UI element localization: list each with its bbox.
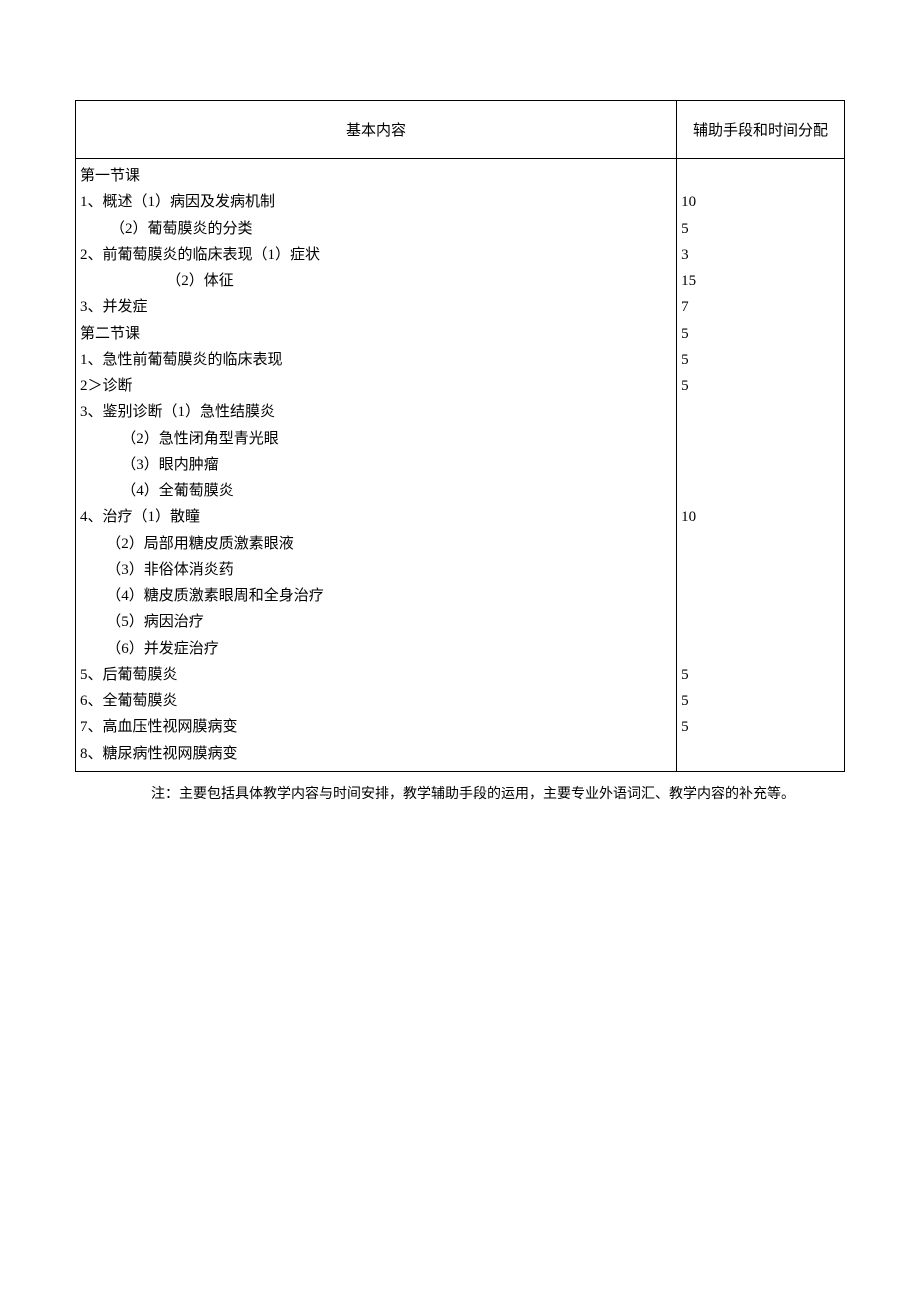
content-line: 2、前葡萄膜炎的临床表现（1）症状 — [80, 242, 672, 268]
content-line: 2＞诊断 — [80, 373, 672, 399]
time-line — [681, 636, 840, 662]
content-line: 第二节课 — [80, 321, 672, 347]
time-line: 10 — [681, 189, 840, 215]
time-cell: 1053157555 10 555 — [677, 159, 845, 772]
content-line: 7、高血压性视网膜病变 — [80, 714, 672, 740]
content-line: 4、治疗（1）散瞳 — [80, 504, 672, 530]
time-line: 5 — [681, 714, 840, 740]
content-line: （5）病因治疗 — [80, 609, 672, 635]
content-line: （3）眼内肿瘤 — [80, 452, 672, 478]
time-line: 10 — [681, 504, 840, 530]
content-line: （6）并发症治疗 — [80, 636, 672, 662]
time-line — [681, 741, 840, 767]
content-line: （4）糖皮质激素眼周和全身治疗 — [80, 583, 672, 609]
content-line: 3、鉴别诊断（1）急性结膜炎 — [80, 399, 672, 425]
time-line: 5 — [681, 373, 840, 399]
time-line: 5 — [681, 321, 840, 347]
content-line: 3、并发症 — [80, 294, 672, 320]
time-line — [681, 557, 840, 583]
time-line — [681, 609, 840, 635]
time-line: 15 — [681, 268, 840, 294]
content-line: （2）葡萄膜炎的分类 — [80, 216, 672, 242]
time-line: 5 — [681, 662, 840, 688]
time-line — [681, 426, 840, 452]
time-line — [681, 478, 840, 504]
content-line: 第一节课 — [80, 163, 672, 189]
time-line: 5 — [681, 347, 840, 373]
time-line — [681, 163, 840, 189]
content-line: 1、概述（1）病因及发病机制 — [80, 189, 672, 215]
time-line — [681, 583, 840, 609]
time-line: 7 — [681, 294, 840, 320]
lesson-plan-table: 基本内容 辅助手段和时间分配 第一节课1、概述（1）病因及发病机制 （2）葡萄膜… — [75, 100, 845, 772]
content-line: （2）急性闭角型青光眼 — [80, 426, 672, 452]
table-header-row: 基本内容 辅助手段和时间分配 — [76, 101, 845, 159]
content-line: 5、后葡萄膜炎 — [80, 662, 672, 688]
time-line — [681, 531, 840, 557]
footnote-text: 注：主要包括具体教学内容与时间安排，教学辅助手段的运用，主要专业外语词汇、教学内… — [75, 784, 845, 806]
time-line: 5 — [681, 688, 840, 714]
content-line: （2）局部用糖皮质激素眼液 — [80, 531, 672, 557]
header-basic-content: 基本内容 — [76, 101, 677, 159]
time-line — [681, 452, 840, 478]
time-line: 3 — [681, 242, 840, 268]
content-line: 8、糖尿病性视网膜病变 — [80, 741, 672, 767]
content-cell: 第一节课1、概述（1）病因及发病机制 （2）葡萄膜炎的分类2、前葡萄膜炎的临床表… — [76, 159, 677, 772]
time-line: 5 — [681, 216, 840, 242]
header-time-allocation: 辅助手段和时间分配 — [677, 101, 845, 159]
content-line: 1、急性前葡萄膜炎的临床表现 — [80, 347, 672, 373]
content-line: （3）非俗体消炎药 — [80, 557, 672, 583]
time-line — [681, 399, 840, 425]
table-body-row: 第一节课1、概述（1）病因及发病机制 （2）葡萄膜炎的分类2、前葡萄膜炎的临床表… — [76, 159, 845, 772]
content-line: （4）全葡萄膜炎 — [80, 478, 672, 504]
content-line: （2）体征 — [80, 268, 672, 294]
content-line: 6、全葡萄膜炎 — [80, 688, 672, 714]
